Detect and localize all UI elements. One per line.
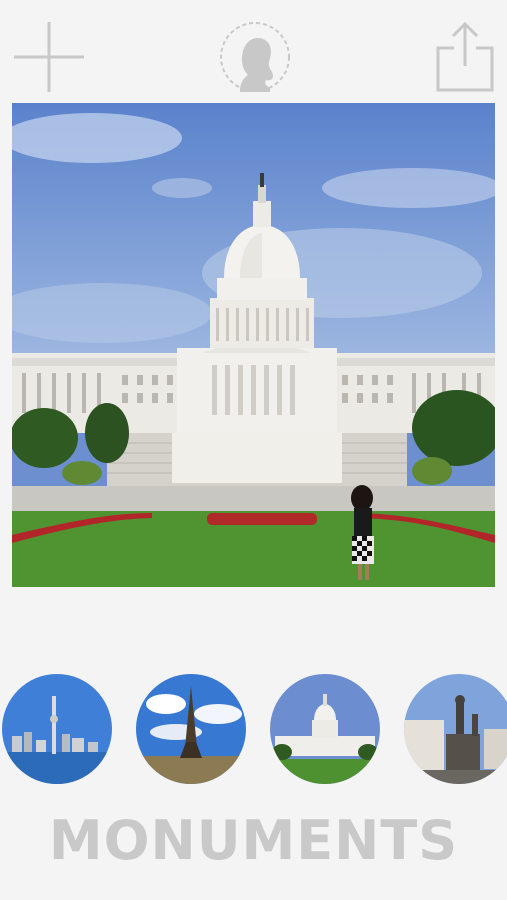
share-button[interactable] xyxy=(432,20,498,94)
toronto-skyline-image xyxy=(2,674,112,784)
person-silhouette-icon xyxy=(220,22,290,92)
toronto-skyline-thumbnail[interactable] xyxy=(2,674,112,784)
eiffel-tower-thumbnail[interactable] xyxy=(136,674,246,784)
share-export-icon xyxy=(436,21,494,92)
main-photo[interactable] xyxy=(12,103,495,587)
plus-icon xyxy=(14,22,84,92)
monument-thumbnails-carousel[interactable] xyxy=(0,674,507,786)
add-button[interactable] xyxy=(12,20,86,94)
person-silhouette-button[interactable] xyxy=(218,20,292,94)
category-label: MONUMENTS xyxy=(48,809,459,872)
us-capitol-image xyxy=(270,674,380,784)
eiffel-tower-image xyxy=(136,674,246,784)
top-toolbar xyxy=(0,0,507,100)
us-capitol-thumbnail[interactable] xyxy=(270,674,380,784)
statue-monument-thumbnail[interactable] xyxy=(404,674,507,784)
statue-monument-image xyxy=(404,674,507,784)
us-capitol-scene-image xyxy=(12,103,495,587)
